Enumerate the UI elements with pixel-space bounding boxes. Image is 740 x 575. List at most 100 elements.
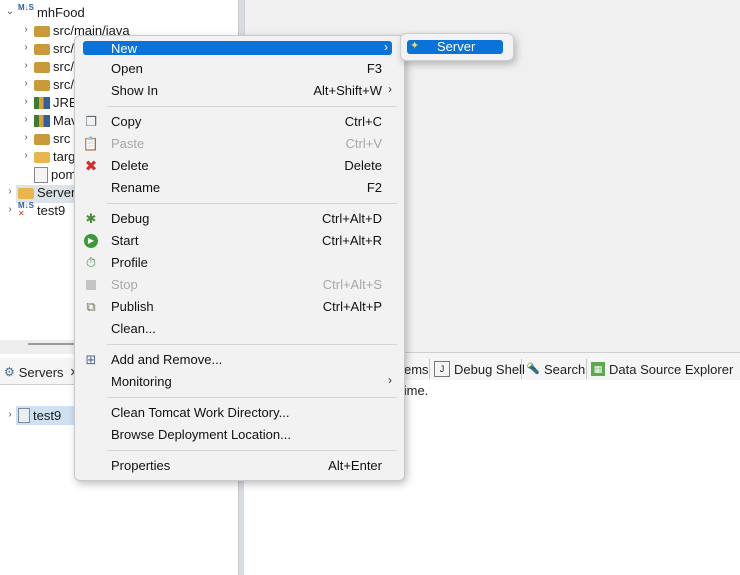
- tab-label: Search: [544, 361, 586, 377]
- menu-item-paste[interactable]: 📋 Paste Ctrl+V: [75, 133, 404, 155]
- start-icon: ▶: [83, 233, 99, 249]
- menu-item-copy[interactable]: ❐ Copy Ctrl+C: [75, 111, 404, 133]
- maven-project-error-icon: M↓S ✕: [18, 201, 34, 218]
- menu-item-label: Browse Deployment Location...: [111, 427, 291, 442]
- source-folder-icon: [34, 62, 50, 73]
- debug-icon: ✱: [85, 211, 97, 226]
- menu-item-profile[interactable]: ⏱ Profile: [75, 252, 404, 274]
- menu-item-rename[interactable]: Rename F2: [75, 177, 404, 199]
- menu-item-add-remove[interactable]: ⊞ Add and Remove...: [75, 349, 404, 371]
- maven-project-icon: M↓S: [18, 3, 34, 12]
- tab-search[interactable]: 🔦 Search: [521, 359, 589, 379]
- menu-item-debug[interactable]: ✱ Debug Ctrl+Alt+D: [75, 208, 404, 230]
- tab-debug-shell[interactable]: J Debug Shell: [429, 359, 529, 379]
- publish-icon: ⧉: [86, 299, 96, 314]
- source-folder-icon: [34, 134, 50, 145]
- chevron-right-icon[interactable]: ›: [4, 204, 16, 216]
- menu-item-label: Show In: [111, 83, 158, 98]
- menu-item-shortcut: Ctrl+Alt+D: [322, 211, 382, 226]
- menu-item-label: Delete: [111, 158, 149, 173]
- menu-item-new[interactable]: New ›: [83, 40, 392, 56]
- chevron-right-icon[interactable]: ›: [20, 60, 32, 72]
- menu-item-shortcut: Delete: [344, 158, 382, 173]
- tree-row[interactable]: › src/: [20, 75, 74, 93]
- menu-item-monitoring[interactable]: Monitoring ›: [75, 371, 404, 393]
- tab-servers[interactable]: ⚙ Servers ✕: [0, 361, 83, 383]
- tree-row-label: src/: [53, 40, 74, 56]
- context-menu: New › Open F3 Show In Alt+Shift+W › ❐ Co…: [74, 35, 405, 481]
- source-folder-icon: [34, 26, 50, 37]
- tab-data-source-explorer[interactable]: ▦ Data Source Explorer: [586, 359, 737, 379]
- add-remove-icon: ⊞: [85, 352, 97, 367]
- stop-icon: [83, 277, 99, 293]
- tree-row-label: src/: [53, 76, 74, 92]
- menu-separator: [107, 450, 397, 451]
- server-icon: ✦: [410, 40, 420, 52]
- menu-item-delete[interactable]: ✖ Delete Delete: [75, 155, 404, 177]
- menu-item-shortcut: Ctrl+C: [344, 114, 382, 129]
- server-entry[interactable]: › test9: [4, 406, 61, 424]
- menu-separator: [107, 397, 397, 398]
- chevron-right-icon[interactable]: ›: [4, 186, 16, 198]
- pom-file-icon: [34, 166, 48, 183]
- menu-separator: [107, 106, 397, 107]
- menu-item-label: Profile: [111, 255, 148, 270]
- menu-item-open[interactable]: Open F3: [75, 58, 404, 80]
- project-name: mhFood: [37, 4, 85, 20]
- chevron-right-icon[interactable]: ›: [4, 409, 16, 421]
- chevron-right-icon: ›: [388, 373, 392, 387]
- menu-item-start[interactable]: ▶ Start Ctrl+Alt+R: [75, 230, 404, 252]
- tree-row[interactable]: › src/: [20, 57, 74, 75]
- menu-item-label: Open: [111, 61, 143, 76]
- tree-row[interactable]: › JRE: [20, 93, 77, 111]
- chevron-right-icon[interactable]: ›: [20, 78, 32, 90]
- tree-row[interactable]: › src: [20, 129, 70, 147]
- menu-item-shortcut: F2: [366, 180, 382, 195]
- menu-item-properties[interactable]: Properties Alt+Enter: [75, 455, 404, 477]
- chevron-right-icon[interactable]: ›: [20, 114, 32, 126]
- tree-row[interactable]: › targ: [20, 147, 75, 165]
- chevron-right-icon[interactable]: ›: [20, 150, 32, 162]
- menu-item-show-in[interactable]: Show In Alt+Shift+W ›: [75, 80, 404, 102]
- chevron-right-icon: ›: [388, 82, 392, 96]
- tree-row-servers[interactable]: › Servers: [4, 183, 81, 201]
- menu-item-label: New: [111, 41, 138, 56]
- chevron-right-icon[interactable]: ›: [20, 24, 32, 36]
- source-folder-icon: [34, 44, 50, 55]
- menu-item-label: Start: [111, 233, 139, 248]
- menu-item-label: Add and Remove...: [111, 352, 223, 367]
- chevron-right-icon[interactable]: ›: [20, 132, 32, 144]
- menu-item-shortcut: Ctrl+V: [345, 136, 382, 151]
- menu-item-label: Clean...: [111, 321, 156, 336]
- tree-row-label: src/: [53, 58, 74, 74]
- library-icon: [34, 97, 50, 109]
- menu-item-clean[interactable]: Clean...: [75, 318, 404, 340]
- menu-item-label: Copy: [111, 114, 142, 129]
- menu-item-publish[interactable]: ⧉ Publish Ctrl+Alt+P: [75, 296, 404, 318]
- search-icon: 🔦: [526, 363, 540, 375]
- menu-item-stop[interactable]: Stop Ctrl+Alt+S: [75, 274, 404, 296]
- menu-item-label: Server: [437, 39, 476, 54]
- tree-row[interactable]: › src/: [20, 39, 74, 57]
- chevron-down-icon[interactable]: ⌄: [4, 6, 16, 18]
- submenu-item-server[interactable]: ✦ Server: [407, 39, 503, 54]
- chevron-right-icon[interactable]: ›: [20, 42, 32, 54]
- tree-row-test9[interactable]: › M↓S ✕ test9: [4, 201, 65, 219]
- menu-item-shortcut: Ctrl+Alt+R: [322, 233, 382, 248]
- tab-label: Data Source Explorer: [609, 361, 734, 377]
- menu-item-browse-deployment[interactable]: Browse Deployment Location...: [75, 424, 404, 446]
- menu-item-label: Debug: [111, 211, 150, 226]
- menu-item-label: Publish: [111, 299, 154, 314]
- menu-item-clean-tomcat[interactable]: Clean Tomcat Work Directory...: [75, 402, 404, 424]
- menu-item-shortcut: Alt+Enter: [328, 458, 382, 473]
- tree-row[interactable]: › Mav: [20, 111, 77, 129]
- menu-separator: [107, 203, 397, 204]
- chevron-right-icon[interactable]: ›: [20, 96, 32, 108]
- data-source-icon: ▦: [591, 362, 605, 376]
- paste-icon: 📋: [82, 136, 100, 151]
- tree-row[interactable]: pom: [32, 165, 76, 183]
- servers-icon: ⚙: [4, 365, 15, 379]
- tree-row-project[interactable]: ⌄ M↓S mhFood: [4, 3, 85, 21]
- menu-item-label: Clean Tomcat Work Directory...: [111, 405, 290, 420]
- menu-item-label: Paste: [111, 136, 145, 151]
